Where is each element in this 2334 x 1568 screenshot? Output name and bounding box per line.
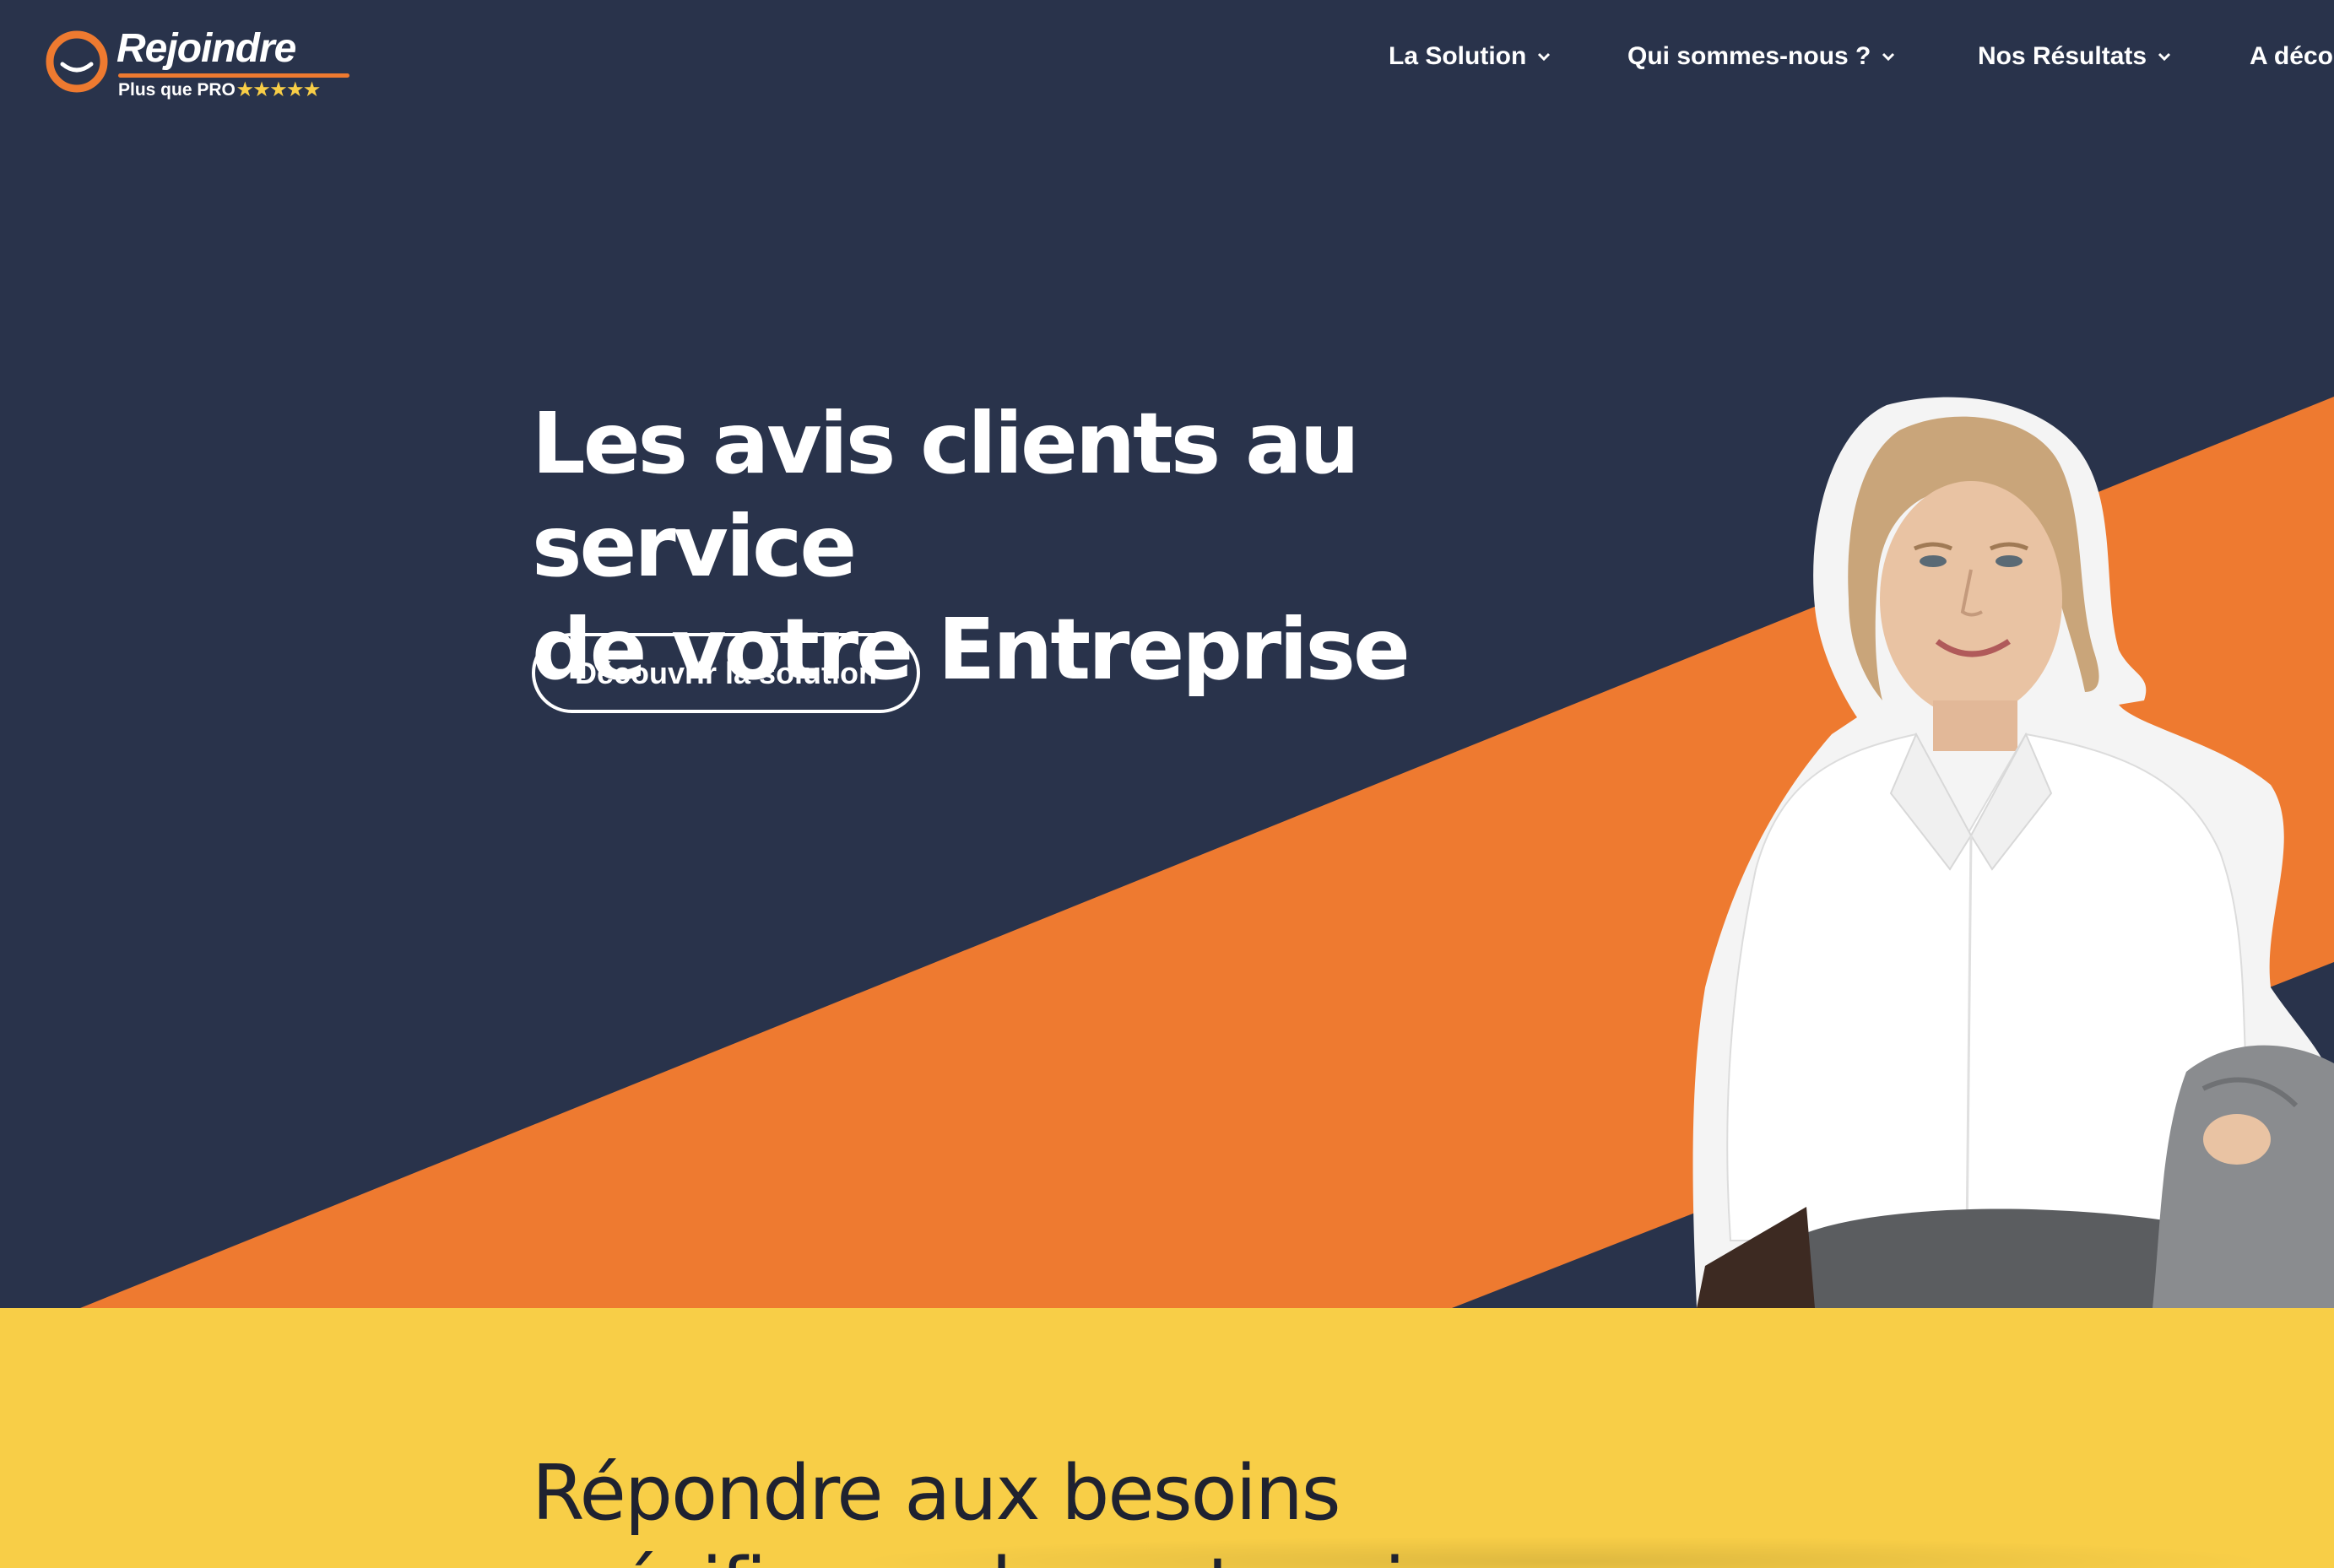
- section-title-line-2: spécifiques des entreprises: [532, 1540, 1967, 1568]
- chevron-down-icon: [1882, 52, 1895, 62]
- brand-tagline-row: Plus que PRO★★★★★: [118, 79, 321, 100]
- chevron-down-icon: [2158, 52, 2171, 62]
- brand-name: Rejoindre: [116, 26, 296, 71]
- brand-tagline: Plus que PRO: [118, 80, 236, 100]
- nav-item-label: La Solution: [1389, 42, 1527, 70]
- chevron-down-icon: [1538, 52, 1551, 62]
- section-title-line-1: Répondre aux besoins: [532, 1449, 1341, 1538]
- brand-underline: [118, 73, 349, 78]
- site-header: Rejoindre Plus que PRO★★★★★ La Solution …: [0, 0, 2334, 127]
- nav-item-label: Nos Résultats: [1978, 42, 2147, 70]
- section-title: Répondre aux besoins spécifiques des ent…: [532, 1447, 1967, 1568]
- smile-logo-icon: [46, 30, 108, 93]
- page: Les avis clients au service de votre Ent…: [0, 0, 2334, 1568]
- nav-item-label: A déco: [2250, 42, 2333, 70]
- brand-logo[interactable]: Rejoindre Plus que PRO★★★★★: [44, 25, 349, 101]
- nav-item-label: Qui sommes-nous ?: [1627, 42, 1871, 70]
- discover-solution-button[interactable]: Découvrir la solution: [532, 633, 920, 713]
- hero-title-line-1: Les avis clients au service: [532, 394, 1360, 596]
- hero-section: Les avis clients au service de votre Ent…: [0, 0, 2334, 1308]
- nav-item-qui-sommes-nous[interactable]: Qui sommes-nous ?: [1627, 42, 1896, 71]
- nav-item-la-solution[interactable]: La Solution: [1389, 42, 1551, 71]
- nav-item-a-decouvrir[interactable]: A déco: [2250, 42, 2333, 71]
- main-nav: La Solution Qui sommes-nous ? Nos Résult…: [1389, 42, 2334, 84]
- rating-stars-icon: ★★★★★: [236, 80, 321, 100]
- woman-portrait-image: [1692, 397, 2334, 1308]
- nav-item-nos-resultats[interactable]: Nos Résultats: [1978, 42, 2172, 71]
